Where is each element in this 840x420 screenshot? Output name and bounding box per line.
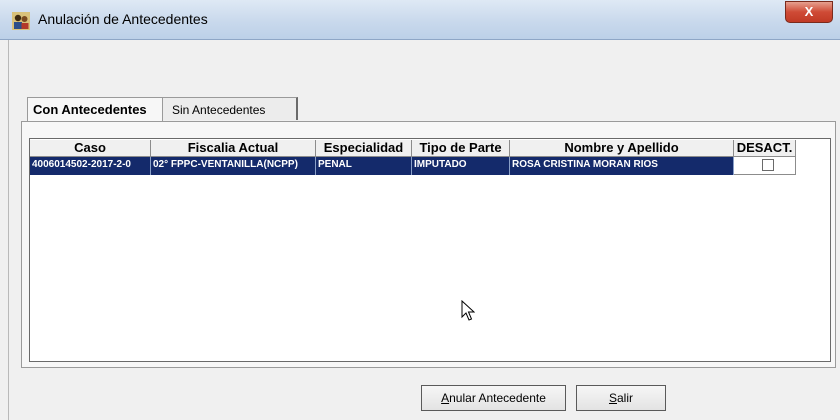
- salir-label: alir: [617, 391, 634, 405]
- close-button[interactable]: X: [785, 1, 833, 23]
- cell-fiscalia[interactable]: 02° FPPC-VENTANILLA(NCPP): [151, 157, 316, 175]
- mouse-pointer-icon: [461, 300, 475, 321]
- tab-con-antecedentes[interactable]: Con Antecedentes: [27, 97, 163, 122]
- column-header-tipo-parte[interactable]: Tipo de Parte: [412, 140, 510, 157]
- tab-label: Sin Antecedentes: [172, 103, 266, 117]
- people-icon: [12, 12, 30, 30]
- desact-checkbox[interactable]: [762, 159, 774, 171]
- tab-sin-antecedentes[interactable]: Sin Antecedentes: [163, 97, 298, 120]
- anular-antecedente-button[interactable]: Anular Antecedente: [421, 385, 566, 411]
- column-header-nombre[interactable]: Nombre y Apellido: [510, 140, 734, 157]
- close-icon: X: [804, 4, 814, 19]
- dialog-window: Anulación de Antecedentes X Con Antecede…: [0, 0, 840, 420]
- grid-header: Caso Fiscalia Actual Especialidad Tipo d…: [30, 140, 796, 157]
- column-header-especialidad[interactable]: Especialidad: [316, 140, 412, 157]
- cell-nombre[interactable]: ROSA CRISTINA MORAN RIOS: [510, 157, 734, 175]
- table-row[interactable]: 4006014502-2017-2-0 02° FPPC-VENTANILLA(…: [30, 157, 796, 175]
- column-header-fiscalia[interactable]: Fiscalia Actual: [151, 140, 316, 157]
- anular-label: nular Antecedente: [449, 391, 546, 405]
- cell-desact: [734, 157, 796, 175]
- cell-tipo-parte[interactable]: IMPUTADO: [412, 157, 510, 175]
- salir-mnemonic: S: [608, 391, 617, 405]
- title-bar: Anulación de Antecedentes X: [0, 0, 840, 40]
- anular-mnemonic: A: [441, 391, 450, 405]
- column-header-caso[interactable]: Caso: [30, 140, 151, 157]
- window-title: Anulación de Antecedentes: [38, 11, 208, 27]
- tab-label: Con Antecedentes: [33, 102, 147, 117]
- column-header-desact[interactable]: DESACT.: [734, 140, 796, 157]
- cell-caso[interactable]: 4006014502-2017-2-0: [30, 157, 151, 175]
- records-grid[interactable]: Caso Fiscalia Actual Especialidad Tipo d…: [29, 138, 831, 362]
- salir-button[interactable]: Salir: [576, 385, 666, 411]
- cell-especialidad[interactable]: PENAL: [316, 157, 412, 175]
